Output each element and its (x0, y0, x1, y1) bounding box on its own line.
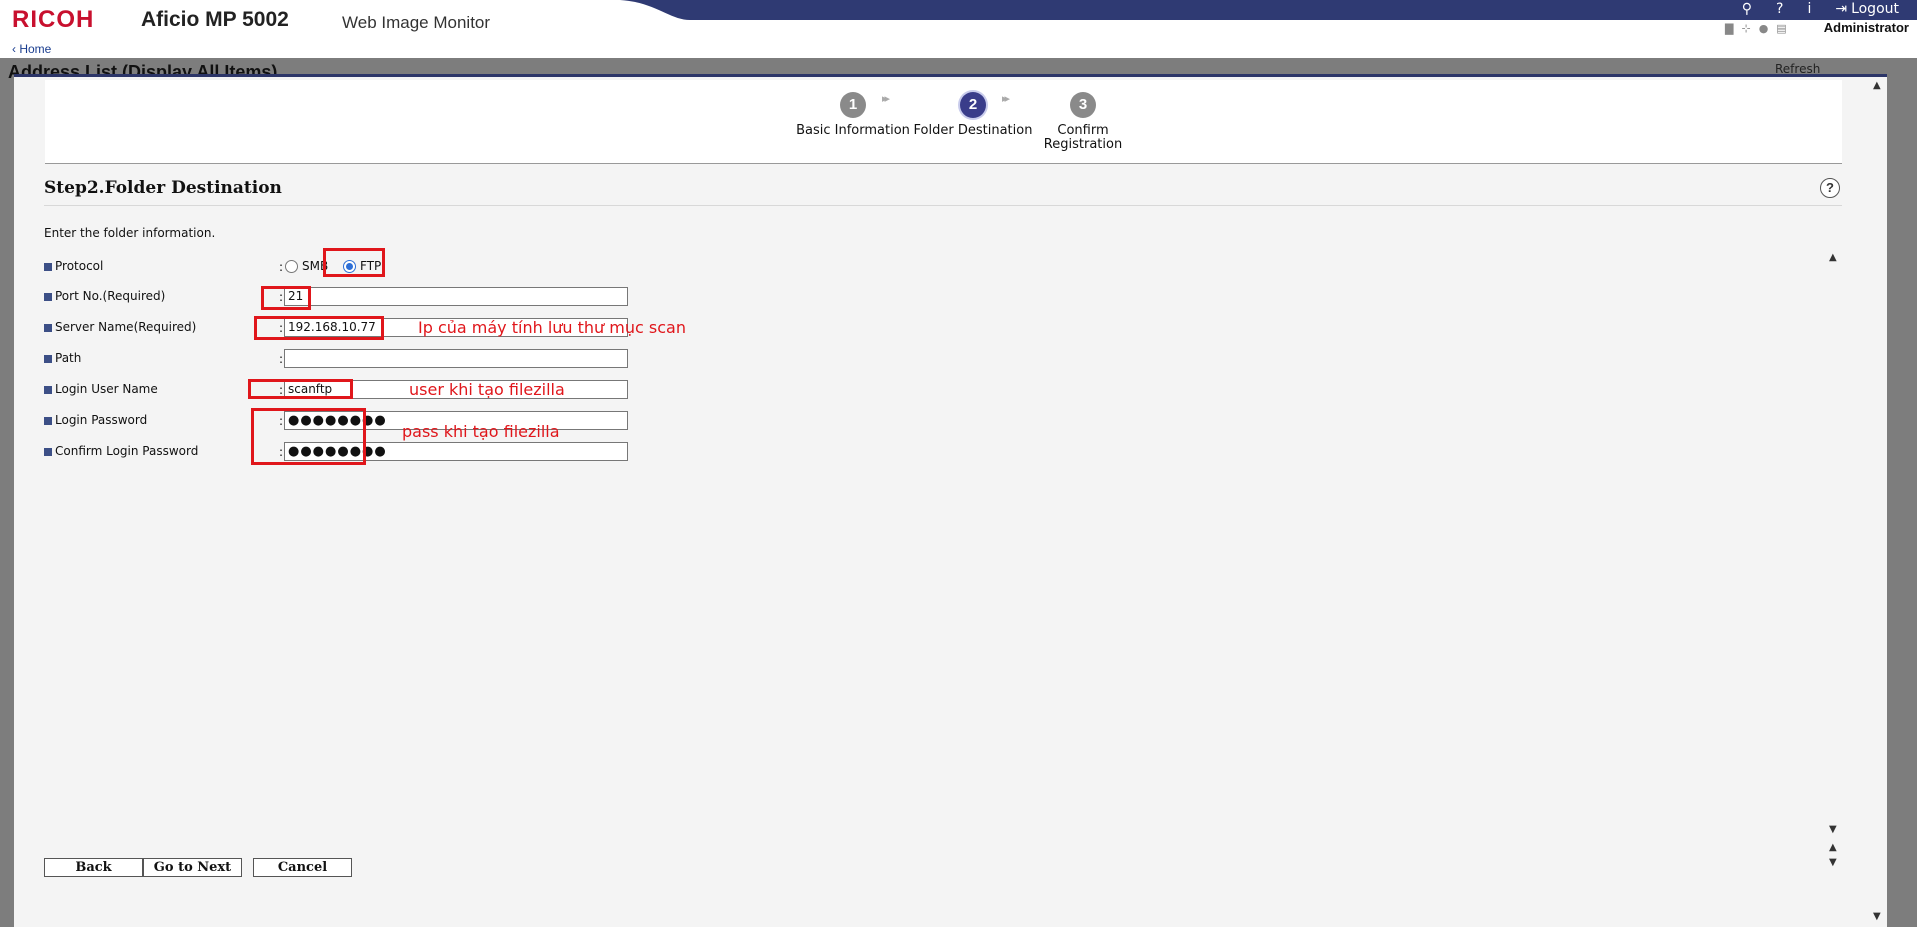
path-row: Path : (44, 349, 1044, 369)
login-password-label: Login Password (44, 413, 147, 427)
info-icon[interactable]: i (1795, 0, 1823, 18)
step-number: 1 (840, 92, 866, 118)
bullet-icon (44, 354, 52, 363)
bullet-icon (44, 323, 52, 332)
scroll-up-icon[interactable]: ▲ (1829, 842, 1837, 853)
protocol-smb-option[interactable]: SMB (285, 259, 328, 273)
annotation-server-note: Ip của máy tính lưu thư mục scan (418, 318, 686, 337)
app-name: Web Image Monitor (342, 13, 491, 32)
step-label: Confirm Registration (1043, 123, 1123, 152)
app-header: RICOH Aficio MP 5002 Web Image Monitor ⚲… (0, 0, 1917, 44)
scroll-up-icon[interactable]: ▲ (1829, 252, 1837, 263)
login-user-label-text: Login User Name (55, 382, 158, 396)
logout-icon: ⇥ (1835, 1, 1848, 17)
server-label-text: Server Name(Required) (55, 320, 197, 334)
bullet-icon (44, 416, 52, 425)
separator: : (279, 260, 284, 274)
outer-scroll-down-icon[interactable]: ▼ (1873, 911, 1881, 922)
path-label-text: Path (55, 351, 82, 365)
go-to-next-button[interactable]: Go to Next (143, 858, 242, 877)
confirm-password-row: Confirm Login Password : ●●●●●●●● (44, 442, 1044, 462)
bullet-icon (44, 262, 52, 271)
confirm-password-label-text: Confirm Login Password (55, 444, 199, 458)
intro-text: Enter the folder information. (44, 226, 216, 240)
radio-smb[interactable] (285, 259, 298, 273)
protocol-label: Protocol (44, 259, 103, 273)
search-icon[interactable]: ⚲ (1730, 0, 1764, 18)
bullet-icon (44, 292, 52, 301)
logout-link[interactable]: ⇥ Logout (1823, 0, 1917, 18)
scroll-down-icon[interactable]: ▼ (1829, 857, 1837, 868)
step-folder-destination: 2 Folder Destination (903, 92, 1043, 138)
document-icon: ▤ (1776, 22, 1787, 35)
protocol-label-text: Protocol (55, 259, 104, 273)
wizard-dialog: 1 Basic Information ▸▸ 2 Folder Destinat… (14, 74, 1887, 927)
annotation-user-note: user khi tạo filezilla (409, 380, 565, 399)
home-link-label: Home (19, 42, 52, 56)
annotation-box-port (261, 286, 311, 310)
step-arrow-icon: ▸▸ (882, 92, 890, 105)
login-password-label-text: Login Password (55, 413, 148, 427)
server-label: Server Name(Required) (44, 320, 196, 334)
step-confirm-registration: 3 Confirm Registration (1023, 92, 1143, 152)
port-row: Port No.(Required) : 21 (44, 287, 1044, 307)
confirm-password-label: Confirm Login Password (44, 444, 198, 458)
title-divider (44, 205, 1842, 206)
step-number: 2 (960, 92, 986, 118)
port-label-text: Port No.(Required) (55, 289, 166, 303)
top-toolbar: ⚲ ? i ⇥ Logout (1730, 0, 1917, 18)
user-name: Administrator (1823, 20, 1909, 35)
cancel-button[interactable]: Cancel (253, 858, 352, 877)
help-icon[interactable]: ? (1764, 0, 1795, 18)
bullet-icon (44, 447, 52, 456)
page-title: Step2.Folder Destination (44, 178, 282, 198)
step-basic-information: 1 Basic Information (783, 92, 923, 138)
outer-scroll-up-icon[interactable]: ▲ (1873, 80, 1881, 91)
ricoh-logo: RICOH (12, 6, 95, 33)
logout-label: Logout (1851, 1, 1899, 17)
annotation-box-ftp (323, 248, 385, 277)
network-icon: ⊹ (1741, 22, 1751, 35)
annotation-box-password (251, 408, 366, 465)
lock-icon: ▇ (1725, 22, 1734, 35)
step-label: Basic Information (796, 123, 910, 138)
protocol-row: Protocol : SMB FTP (44, 257, 1044, 277)
annotation-pass-note: pass khi tạo filezilla (402, 422, 560, 441)
user-icon: ● (1758, 22, 1769, 35)
path-input[interactable] (284, 349, 628, 368)
step-arrow-icon: ▸▸ (1002, 92, 1010, 105)
login-user-label: Login User Name (44, 382, 158, 396)
port-input[interactable]: 21 (284, 287, 628, 306)
separator: : (279, 352, 284, 366)
port-label: Port No.(Required) (44, 289, 165, 303)
step-label: Folder Destination (913, 123, 1033, 138)
wizard-steps: 1 Basic Information ▸▸ 2 Folder Destinat… (45, 80, 1842, 164)
home-link[interactable]: ‹ Home (12, 42, 51, 56)
path-label: Path (44, 351, 81, 365)
back-button[interactable]: Back (44, 858, 143, 877)
annotation-box-user (248, 379, 353, 399)
annotation-box-server (254, 316, 384, 340)
help-icon[interactable]: ? (1820, 178, 1840, 198)
bullet-icon (44, 385, 52, 394)
step-number: 3 (1070, 92, 1096, 118)
scroll-down-icon[interactable]: ▼ (1829, 824, 1837, 835)
device-model: Aficio MP 5002 (141, 8, 289, 31)
status-icons: ▇ ⊹ ● ▤ (1725, 22, 1787, 35)
